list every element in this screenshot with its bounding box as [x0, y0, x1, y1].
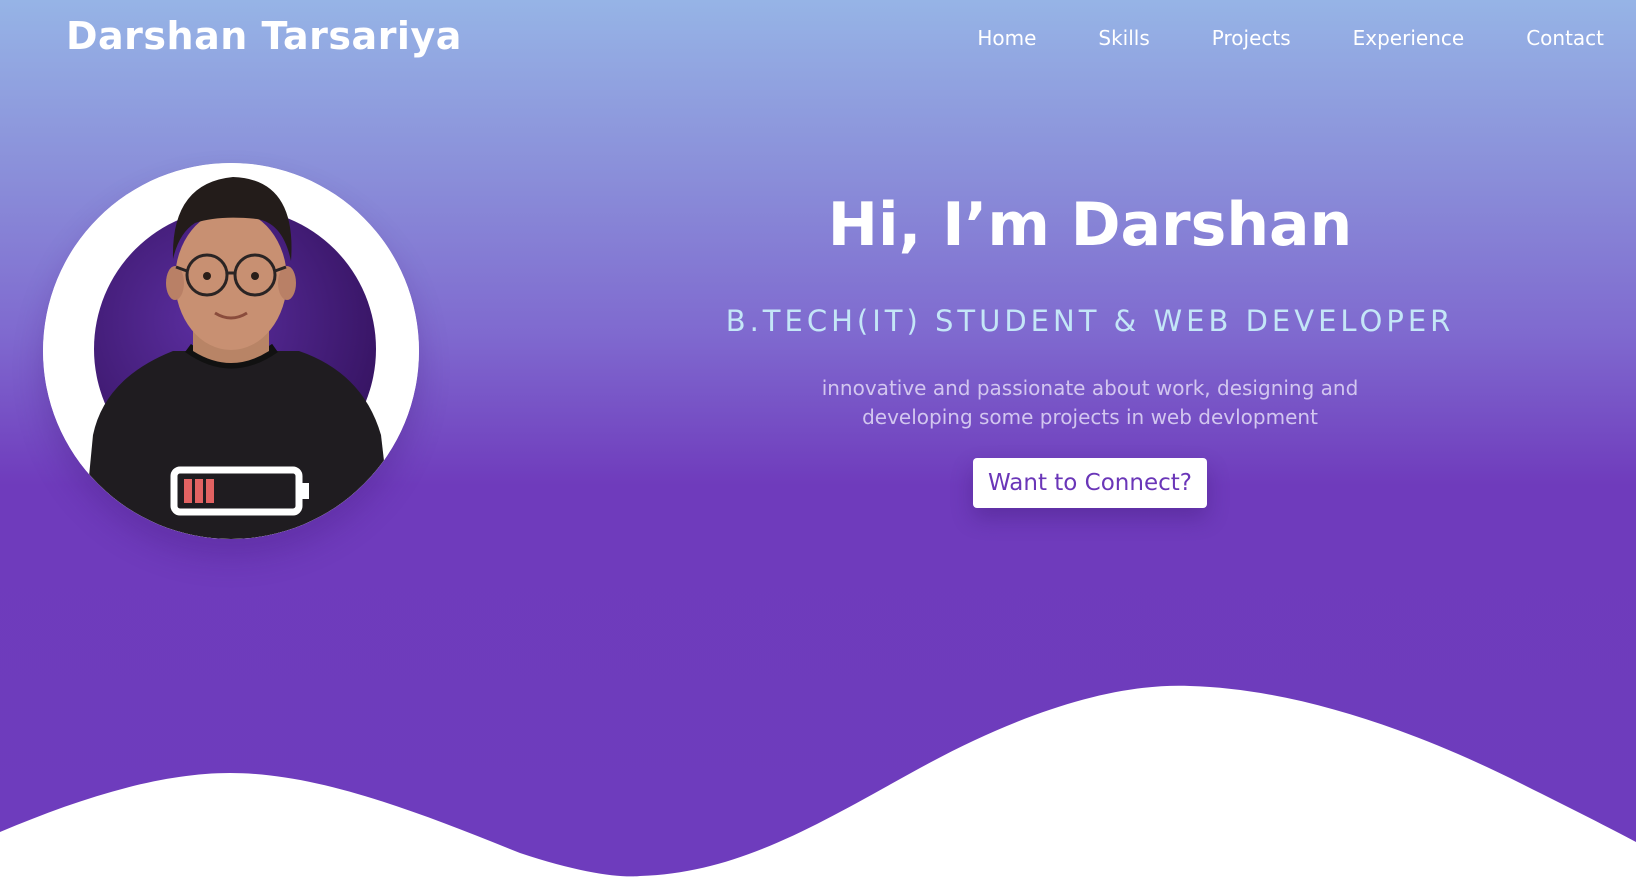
wave-divider [0, 685, 1636, 883]
hero-section: Darshan Tarsariya Home Skills Projects E… [0, 0, 1636, 883]
main-nav: Home Skills Projects Experience Contact [915, 26, 1604, 50]
nav-contact[interactable]: Contact [1526, 26, 1604, 50]
hero-text: Hi, I’m Darshan B.TECH(IT) STUDENT & WEB… [700, 190, 1480, 508]
hero-greeting: Hi, I’m Darshan [827, 190, 1353, 260]
hero-description: innovative and passionate about work, de… [821, 376, 1359, 429]
nav-home[interactable]: Home [977, 26, 1036, 50]
nav-skills[interactable]: Skills [1098, 26, 1149, 50]
connect-button[interactable]: Want to Connect? [973, 458, 1207, 508]
nav-projects[interactable]: Projects [1212, 26, 1291, 50]
hero-role: B.TECH(IT) STUDENT & WEB DEVELOPER [725, 304, 1455, 338]
nav-experience[interactable]: Experience [1353, 26, 1465, 50]
profile-avatar [43, 163, 419, 539]
site-brand[interactable]: Darshan Tarsariya [66, 14, 462, 58]
profile-photo-icon [43, 163, 419, 539]
